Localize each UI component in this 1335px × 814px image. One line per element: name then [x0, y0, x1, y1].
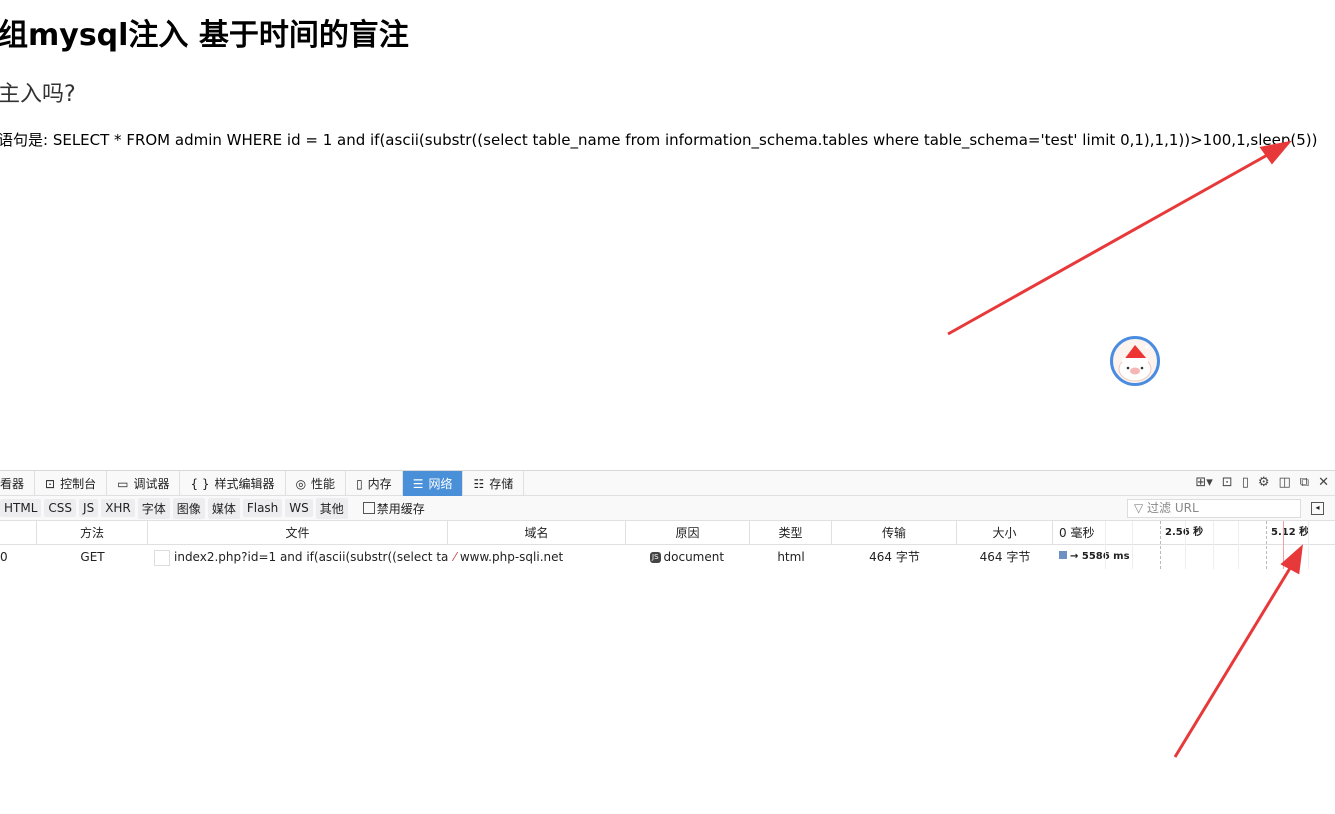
tab-debugger[interactable]: ▭ 调试器: [107, 471, 181, 496]
sql-statement: 语句是: SELECT * FROM admin WHERE id = 1 an…: [0, 131, 1318, 149]
filter-flash[interactable]: Flash: [242, 499, 283, 517]
col-transferred[interactable]: 传输: [832, 521, 957, 544]
filter-html[interactable]: HTML: [0, 499, 42, 517]
cause-text: document: [663, 550, 725, 564]
network-icon: ☰: [412, 476, 424, 491]
grid-line: [1160, 521, 1161, 569]
grid-line: [1105, 521, 1106, 569]
disable-cache-checkbox[interactable]: 禁用缓存: [362, 500, 425, 517]
tab-console[interactable]: ⊡ 控制台: [35, 471, 108, 496]
tab-label: 调试器: [133, 477, 170, 491]
cell-status: 0: [0, 550, 8, 564]
thumbnail: [154, 549, 170, 566]
gear-icon[interactable]: ⚙: [1258, 475, 1270, 490]
undock-icon[interactable]: ⧉: [1300, 475, 1309, 490]
page-title: 组mysql注入 基于时间的盲注: [0, 18, 409, 53]
tab-memory[interactable]: ▯ 内存: [346, 471, 403, 496]
braces-icon: { }: [190, 476, 210, 491]
col-size[interactable]: 大小: [957, 521, 1053, 544]
filter-xhr[interactable]: XHR: [101, 499, 135, 517]
tab-storage[interactable]: ☷ 存储: [463, 471, 525, 496]
waterfall-grid: [1053, 521, 1335, 569]
filter-css[interactable]: CSS: [44, 499, 77, 517]
grid-line: [1308, 521, 1309, 569]
cell-cause: JS document: [626, 545, 750, 569]
cell-domain: ⁄ www.php-sqli.net: [448, 545, 626, 569]
tab-inspector[interactable]: 查看器: [0, 471, 36, 496]
tab-label: 查看器: [0, 477, 25, 491]
placeholder: 过滤 URL: [1147, 501, 1199, 515]
col-method[interactable]: 方法: [37, 521, 148, 544]
cell-file: index2.php?id=1 and if(ascii(substr((sel…: [148, 545, 448, 569]
col-domain[interactable]: 域名: [448, 521, 626, 544]
cell-method: GET: [80, 550, 105, 564]
filter-icon: ▽: [1134, 501, 1148, 515]
tab-label: 样式编辑器: [214, 477, 275, 491]
storage-icon: ☷: [473, 476, 485, 491]
debugger-icon: ▭: [117, 476, 129, 491]
grid-line: [1266, 521, 1267, 569]
grid-line: [1132, 521, 1133, 569]
close-icon[interactable]: ✕: [1318, 475, 1329, 490]
tab-style-editor[interactable]: { } 样式编辑器: [180, 471, 286, 496]
responsive-icon[interactable]: ▯: [1242, 475, 1249, 490]
cell-transferred: 464 字节: [869, 550, 920, 564]
filter-ws[interactable]: WS: [285, 499, 313, 517]
tab-label: 网络: [428, 477, 453, 491]
filter-url-input[interactable]: ▽ 过滤 URL: [1127, 499, 1301, 518]
tab-label: 控制台: [60, 477, 97, 491]
load-marker: [1283, 521, 1284, 569]
grid-line: [1185, 521, 1186, 569]
cell-type: html: [777, 550, 805, 564]
domain-text: www.php-sqli.net: [459, 550, 564, 564]
split-console-icon[interactable]: ⊡: [1222, 475, 1233, 490]
pig-avatar-icon: [1118, 345, 1152, 382]
layout-icon[interactable]: ⊞▾: [1195, 475, 1212, 490]
page-subtitle: 主入吗?: [0, 82, 76, 107]
grid-line: [1238, 521, 1239, 569]
filter-bar: HTML CSS JS XHR 字体 图像 媒体 Flash WS 其他 禁用缓…: [0, 496, 1335, 521]
tab-label: 存储: [489, 477, 514, 491]
grid-line: [1213, 521, 1214, 569]
request-table: 方法 文件 域名 原因 类型 传输 大小 0 毫秒 2.56 秒 5.12 秒 …: [0, 521, 1335, 569]
devtools-tabs: 查看器 ⊡ 控制台 ▭ 调试器 { } 样式编辑器 ◎ 性能 ▯ 内存 ☰ 网络 ☷ 存储 ⊞…: [0, 471, 1335, 496]
tab-label: 内存: [367, 477, 392, 491]
arrow-line: [947, 147, 1279, 336]
file-name: index2.php?id=1 and if(ascii(substr((sel…: [174, 550, 448, 564]
toggle-pane-icon[interactable]: ◂: [1311, 502, 1324, 515]
checkbox[interactable]: [362, 502, 375, 514]
cell-size: 464 字节: [979, 550, 1031, 564]
dock-side-icon[interactable]: ◫: [1279, 475, 1291, 490]
filter-fonts[interactable]: 字体: [137, 497, 170, 519]
performance-icon: ◎: [295, 476, 307, 491]
filter-other[interactable]: 其他: [315, 497, 348, 519]
memory-icon: ▯: [356, 476, 363, 491]
tab-performance[interactable]: ◎ 性能: [286, 471, 347, 496]
devtools-panel: 查看器 ⊡ 控制台 ▭ 调试器 { } 样式编辑器 ◎ 性能 ▯ 内存 ☰ 网络 ☷ 存储 ⊞…: [0, 470, 1335, 814]
console-icon: ⊡: [45, 476, 56, 491]
filter-js[interactable]: JS: [79, 499, 99, 517]
filter-media[interactable]: 媒体: [207, 497, 240, 519]
tab-network[interactable]: ☰ 网络: [402, 471, 464, 496]
filter-images[interactable]: 图像: [172, 497, 205, 519]
col-status[interactable]: [0, 521, 37, 544]
col-type[interactable]: 类型: [750, 521, 832, 544]
col-cause[interactable]: 原因: [626, 521, 750, 544]
checkbox-label: 禁用缓存: [376, 501, 425, 516]
col-file[interactable]: 文件: [148, 521, 448, 544]
js-badge-icon: JS: [650, 552, 661, 563]
tab-label: 性能: [311, 477, 336, 491]
avatar[interactable]: [1110, 336, 1160, 386]
